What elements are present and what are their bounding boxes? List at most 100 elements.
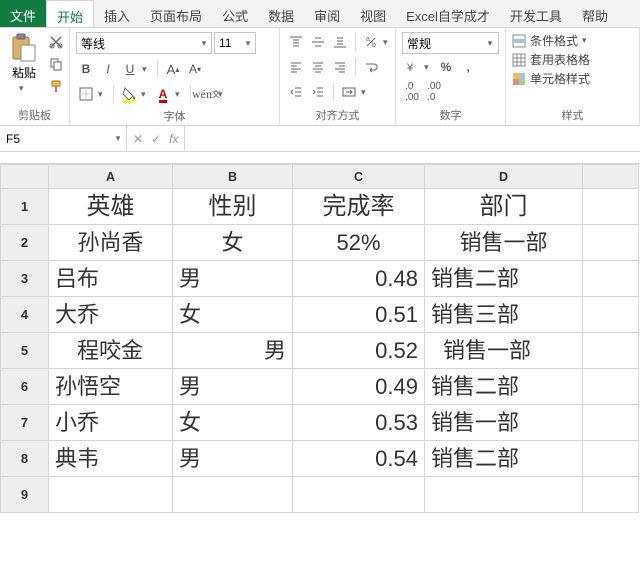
- cell[interactable]: [583, 189, 639, 225]
- row-header[interactable]: 4: [1, 297, 49, 333]
- cell[interactable]: 女: [173, 297, 293, 333]
- col-header-A[interactable]: A: [49, 165, 173, 189]
- col-header-B[interactable]: B: [173, 165, 293, 189]
- cell[interactable]: 销售二部: [425, 261, 583, 297]
- cell[interactable]: 程咬金: [49, 333, 173, 369]
- select-all-corner[interactable]: [1, 165, 49, 189]
- cell[interactable]: [583, 261, 639, 297]
- cell[interactable]: 女: [173, 225, 293, 261]
- cell[interactable]: 英雄: [49, 189, 173, 225]
- align-top-button[interactable]: [286, 32, 306, 52]
- cell[interactable]: 0.49: [293, 369, 425, 405]
- tab-page-layout[interactable]: 页面布局: [140, 0, 212, 27]
- borders-button[interactable]: [76, 84, 96, 104]
- cell[interactable]: 男: [173, 261, 293, 297]
- row-header[interactable]: 2: [1, 225, 49, 261]
- row-header[interactable]: 1: [1, 189, 49, 225]
- chevron-down-icon[interactable]: ▾: [175, 89, 185, 100]
- bold-button[interactable]: B: [76, 59, 96, 79]
- format-as-table-button[interactable]: 套用表格格: [512, 51, 592, 68]
- tab-developer[interactable]: 开发工具: [500, 0, 572, 27]
- col-header-D[interactable]: D: [425, 165, 583, 189]
- chevron-down-icon[interactable]: ▾: [142, 64, 152, 75]
- tab-home[interactable]: 开始: [46, 0, 94, 27]
- row-header[interactable]: 5: [1, 333, 49, 369]
- cell[interactable]: 52%: [293, 225, 425, 261]
- cell[interactable]: 女: [173, 405, 293, 441]
- tab-view[interactable]: 视图: [350, 0, 396, 27]
- cell[interactable]: 0.53: [293, 405, 425, 441]
- cell[interactable]: 孙悟空: [49, 369, 173, 405]
- chevron-down-icon[interactable]: ▾: [110, 133, 126, 144]
- cell[interactable]: 销售一部: [425, 333, 583, 369]
- cell[interactable]: [293, 477, 425, 513]
- align-middle-button[interactable]: [308, 32, 328, 52]
- underline-button[interactable]: U: [120, 59, 140, 79]
- chevron-down-icon[interactable]: ▾: [197, 38, 211, 49]
- number-format-combo[interactable]: ▾: [402, 32, 499, 54]
- cell[interactable]: [49, 477, 173, 513]
- align-bottom-button[interactable]: [330, 32, 350, 52]
- decrease-indent-button[interactable]: [286, 82, 306, 102]
- cell-styles-button[interactable]: 单元格样式: [512, 70, 592, 87]
- cell[interactable]: 销售二部: [425, 441, 583, 477]
- chevron-down-icon[interactable]: ▾: [483, 38, 497, 49]
- orientation-button[interactable]: ab: [361, 32, 381, 52]
- tab-formulas[interactable]: 公式: [212, 0, 258, 27]
- cell[interactable]: [583, 441, 639, 477]
- cell[interactable]: 0.54: [293, 441, 425, 477]
- fx-icon[interactable]: fx: [169, 132, 178, 146]
- align-left-button[interactable]: [286, 57, 306, 77]
- chevron-down-icon[interactable]: ▾: [141, 89, 151, 100]
- row-header[interactable]: 3: [1, 261, 49, 297]
- decrease-decimal-button[interactable]: .00.0: [424, 82, 444, 102]
- fill-color-button[interactable]: [119, 84, 139, 104]
- cell[interactable]: 典韦: [49, 441, 173, 477]
- row-header[interactable]: 7: [1, 405, 49, 441]
- wrap-text-button[interactable]: [361, 57, 381, 77]
- font-name-combo[interactable]: ▾: [76, 32, 212, 54]
- cell[interactable]: 男: [173, 441, 293, 477]
- tab-file[interactable]: 文件: [0, 0, 46, 27]
- name-box[interactable]: ▾: [0, 126, 127, 151]
- formula-input[interactable]: [185, 126, 640, 151]
- chevron-down-icon[interactable]: ▾: [218, 89, 228, 100]
- align-right-button[interactable]: [330, 57, 350, 77]
- cut-button[interactable]: [46, 32, 66, 52]
- increase-indent-button[interactable]: [308, 82, 328, 102]
- cancel-formula-icon[interactable]: ✕: [133, 132, 143, 146]
- chevron-down-icon[interactable]: ▾: [383, 37, 393, 48]
- cell[interactable]: [583, 477, 639, 513]
- cell[interactable]: [583, 297, 639, 333]
- cell[interactable]: 销售一部: [425, 225, 583, 261]
- enter-formula-icon[interactable]: ✓: [151, 132, 161, 146]
- merge-button[interactable]: [339, 82, 359, 102]
- cell[interactable]: 0.52: [293, 333, 425, 369]
- decrease-font-button[interactable]: A▾: [185, 59, 205, 79]
- row-header[interactable]: 9: [1, 477, 49, 513]
- format-painter-button[interactable]: [46, 76, 66, 96]
- font-color-button[interactable]: A: [153, 84, 173, 104]
- increase-font-button[interactable]: A▴: [163, 59, 183, 79]
- cell[interactable]: 销售三部: [425, 297, 583, 333]
- tab-excel-self[interactable]: Excel自学成才: [396, 0, 500, 27]
- chevron-down-icon[interactable]: ▾: [424, 62, 434, 73]
- spreadsheet-grid[interactable]: A B C D 1 英雄 性别 完成率 部门 2孙尚香女52%销售一部3吕布男0…: [0, 164, 640, 513]
- font-size-combo[interactable]: ▾: [214, 32, 256, 54]
- col-header-E[interactable]: [583, 165, 639, 189]
- cell[interactable]: 销售一部: [425, 405, 583, 441]
- cell[interactable]: 吕布: [49, 261, 173, 297]
- cell[interactable]: 部门: [425, 189, 583, 225]
- copy-button[interactable]: [46, 54, 66, 74]
- cell[interactable]: 完成率: [293, 189, 425, 225]
- paste-button[interactable]: 粘贴 ▾: [6, 32, 42, 96]
- cell[interactable]: [583, 225, 639, 261]
- increase-decimal-button[interactable]: .0.00: [402, 82, 422, 102]
- cell[interactable]: [583, 405, 639, 441]
- tab-insert[interactable]: 插入: [94, 0, 140, 27]
- percent-button[interactable]: %: [436, 57, 456, 77]
- cell[interactable]: [425, 477, 583, 513]
- cell[interactable]: 0.48: [293, 261, 425, 297]
- row-header[interactable]: 8: [1, 441, 49, 477]
- cell[interactable]: 0.51: [293, 297, 425, 333]
